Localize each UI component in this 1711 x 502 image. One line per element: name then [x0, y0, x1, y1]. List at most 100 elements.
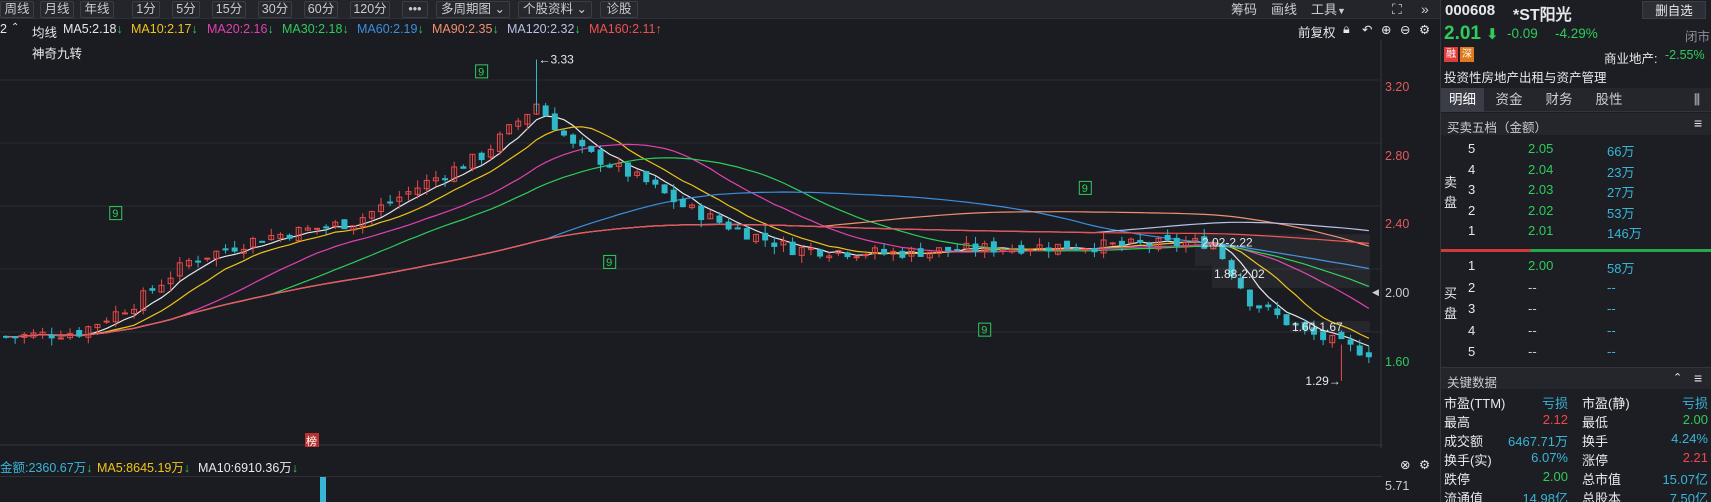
arrow-down-icon: ↓ — [492, 22, 499, 36]
amount-value: 金额:2360.67万 — [0, 461, 87, 475]
close-icon[interactable]: ⊗ — [1400, 457, 1410, 472]
sell-level-row[interactable]: 4 2.04 23万 — [1441, 160, 1711, 180]
remove-watchlist-button[interactable]: 删自选 — [1642, 1, 1706, 19]
double-chevron-right-icon[interactable]: » — [1421, 2, 1429, 17]
candle-body — [725, 221, 732, 230]
tab-finance[interactable]: 财务 — [1537, 88, 1581, 112]
vol-ma10-value: MA10:6910.36万 — [198, 461, 292, 475]
candle-body — [1137, 239, 1144, 244]
chips-button[interactable]: 筹码 — [1231, 2, 1257, 17]
keydata-row: 成交额 6467.71万 换手 4.24% — [1441, 429, 1711, 449]
gear-icon[interactable]: ⚙ — [1419, 22, 1430, 37]
candle-body — [121, 312, 128, 315]
chevron-up-icon[interactable]: ⌃ — [1673, 371, 1682, 384]
arrow-down-icon: ↓ — [291, 461, 299, 475]
level-amount: 146万 — [1607, 226, 1642, 241]
diagnose-button[interactable]: 诊股 — [600, 1, 638, 18]
candle-body — [149, 288, 156, 291]
tab-year[interactable]: 年线 — [80, 1, 114, 18]
orderbook-title: 买卖五档（金额） — [1447, 121, 1548, 135]
more-button[interactable]: ••• — [402, 1, 428, 18]
draw-line-button[interactable]: 画线 — [1271, 2, 1297, 17]
multi-period-dropdown[interactable]: 多周期图 ⌄ — [436, 1, 510, 18]
price-change: -0.09 — [1507, 26, 1538, 41]
buy-level-row[interactable]: 5 -- -- — [1441, 342, 1711, 362]
y-tick: 2.40 — [1385, 217, 1410, 231]
tab-1min[interactable]: 1分 — [132, 1, 160, 18]
ma-line — [6, 211, 1370, 338]
tab-week[interactable]: 周线 — [0, 1, 34, 18]
zoom-in-icon[interactable]: ⊕ — [1381, 22, 1391, 37]
stock-info-dropdown[interactable]: 个股资料 ⌄ — [518, 1, 592, 18]
candle-body — [606, 164, 613, 168]
lock-icon[interactable]: 🔒︎ — [1343, 22, 1350, 37]
tab-60min[interactable]: 60分 — [304, 1, 338, 18]
ma-value: MA20:2.16 — [207, 22, 268, 36]
undo-icon[interactable]: ↶ — [1362, 22, 1372, 37]
tab-detail[interactable]: 明细 — [1441, 88, 1484, 112]
tab-15min[interactable]: 15分 — [212, 1, 246, 18]
chevron-up-icon[interactable]: ⌃ — [11, 22, 19, 33]
zoom-out-icon[interactable]: ⊖ — [1400, 22, 1410, 37]
candle-body — [1091, 248, 1098, 253]
industry-label[interactable]: 商业地产: — [1604, 48, 1657, 67]
split-view-icon[interactable]: ⫼ — [1686, 88, 1708, 112]
tab-120min[interactable]: 120分 — [350, 1, 390, 18]
price-pointer-icon: ◀ — [1372, 287, 1379, 297]
level-price: 2.05 — [1528, 141, 1554, 156]
buy-level-row[interactable]: 4 -- -- — [1441, 321, 1711, 341]
gear-icon[interactable]: ⚙ — [1419, 457, 1430, 472]
buy-level-row[interactable]: 2 -- -- — [1441, 278, 1711, 298]
buy-level-row[interactable]: 3 -- -- — [1441, 299, 1711, 319]
tab-5min[interactable]: 5分 — [172, 1, 200, 18]
candle-body — [1018, 244, 1025, 254]
chevron-down-icon: ⌄ — [576, 2, 587, 16]
ma-avg-label[interactable]: 均线 — [32, 22, 57, 41]
candle-body — [313, 227, 320, 230]
menu-icon[interactable]: ≡ — [1694, 370, 1702, 386]
keydata-row: 最高 2.12 最低 2.00 — [1441, 410, 1711, 430]
level-number: 2 — [1468, 279, 1476, 295]
candle-body — [734, 227, 741, 230]
level-number: 3 — [1468, 182, 1476, 197]
nine-turn-label: 9 — [1082, 183, 1088, 195]
sell-level-row[interactable]: 5 2.05 66万 — [1441, 139, 1711, 159]
buy-level-row[interactable]: 1 2.00 58万 — [1441, 256, 1711, 276]
tab-funds[interactable]: 资金 — [1487, 88, 1531, 112]
high-label: ←3.33 — [539, 53, 575, 67]
candle-body — [844, 252, 851, 258]
candle-body — [1265, 304, 1272, 308]
chevron-down-icon: ⌄ — [494, 2, 505, 16]
tab-stock-nature[interactable]: 股性 — [1587, 88, 1631, 112]
candle-body — [899, 250, 906, 258]
sell-level-row[interactable]: 1 2.01 146万 — [1441, 221, 1711, 241]
candle-body — [195, 260, 202, 263]
candle-body — [259, 240, 266, 243]
indicator-label[interactable]: 神奇九转 — [32, 43, 82, 62]
level-amount: -- — [1607, 322, 1616, 338]
candlestick-chart[interactable]: ←3.33 1.29→ 2.02-2.22 1.88-2.02 1.60-1.67 9 9 9… — [0, 40, 1382, 448]
level-price: 2.04 — [1528, 161, 1554, 177]
tools-dropdown[interactable]: 工具▼ — [1311, 2, 1346, 17]
sell-level-row[interactable]: 3 2.03 27万 — [1441, 180, 1711, 200]
candle-body — [570, 134, 577, 144]
y-tick: 2.80 — [1385, 149, 1410, 163]
candle-body — [881, 248, 888, 255]
vol-ma5-value: MA5:8645.19万 — [97, 461, 184, 475]
ma30-legend: MA30:2.18↓ — [282, 22, 349, 36]
menu-icon[interactable]: ≡ — [1694, 115, 1702, 131]
sell-level-row[interactable]: 2 2.02 53万 — [1441, 201, 1711, 221]
candle-body — [771, 242, 778, 247]
fuquan-button[interactable]: 前复权 — [1298, 22, 1336, 41]
level-number: 5 — [1468, 344, 1476, 359]
level-number: 1 — [1468, 223, 1476, 238]
tab-month[interactable]: 月线 — [40, 1, 74, 18]
industry-change: -2.55% — [1665, 48, 1705, 62]
candle-body — [972, 243, 979, 252]
level-number: 4 — [1468, 161, 1476, 177]
ma-value: MA160:2.11 — [589, 22, 656, 36]
expand-icon[interactable]: ⛶ — [1392, 2, 1402, 17]
candle-body — [1356, 345, 1363, 356]
tab-30min[interactable]: 30分 — [258, 1, 292, 18]
level-price: -- — [1528, 322, 1537, 338]
